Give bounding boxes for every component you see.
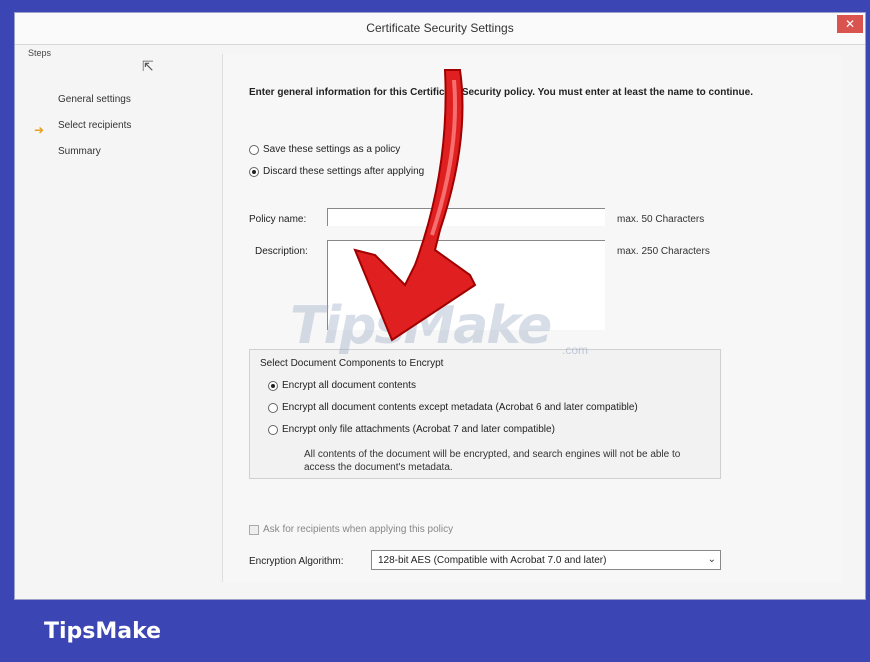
step-summary[interactable]: Summary (58, 146, 101, 157)
chevron-down-icon[interactable]: ⌄ (708, 554, 716, 565)
step-select-recipients[interactable]: Select recipients (58, 120, 131, 131)
step-general-settings[interactable]: General settings (58, 94, 131, 105)
red-arrow-icon (353, 69, 477, 342)
encrypt-all-label: Encrypt all document contents (282, 380, 416, 391)
encrypt-except-metadata-label: Encrypt all document contents except met… (282, 402, 638, 413)
description-label: Description: (255, 246, 308, 257)
steps-title: Steps (28, 48, 52, 58)
save-policy-radio[interactable] (249, 144, 259, 155)
encrypt-except-metadata-option[interactable]: Encrypt all document contents except met… (268, 402, 638, 413)
encrypt-all-option[interactable]: Encrypt all document contents (268, 380, 416, 391)
policy-name-limit: max. 50 Characters (617, 214, 705, 225)
ask-recipients-option: Ask for recipients when applying this po… (249, 524, 453, 535)
ask-recipients-checkbox (249, 524, 259, 535)
mouse-cursor-icon: ⇱ (142, 58, 154, 74)
encrypt-attachments-radio[interactable] (268, 424, 278, 435)
steps-panel: Steps ➜ General settings Select recipien… (18, 42, 218, 582)
close-button[interactable]: ✕ (837, 15, 863, 33)
brand-logo-text: TipsMake (44, 619, 162, 644)
encrypt-attachments-option[interactable]: Encrypt only file attachments (Acrobat 7… (268, 424, 555, 435)
algorithm-label: Encryption Algorithm: (249, 556, 344, 567)
encrypt-except-metadata-radio[interactable] (268, 402, 278, 413)
discard-settings-radio[interactable] (249, 166, 259, 177)
window-title: Certificate Security Settings (366, 21, 514, 35)
encrypt-description: All contents of the document will be enc… (304, 449, 681, 473)
current-step-arrow-icon: ➜ (34, 123, 45, 137)
title-bar: Certificate Security Settings ✕ (15, 13, 865, 45)
encrypt-all-radio[interactable] (268, 380, 278, 391)
algorithm-value: 128-bit AES (Compatible with Acrobat 7.0… (378, 555, 607, 566)
policy-name-label: Policy name: (249, 214, 307, 225)
watermark-suffix: .com (562, 343, 589, 357)
encrypt-attachments-label: Encrypt only file attachments (Acrobat 7… (282, 424, 555, 435)
encrypt-components-group: Select Document Components to Encrypt En… (249, 349, 721, 479)
algorithm-select[interactable]: 128-bit AES (Compatible with Acrobat 7.0… (371, 550, 721, 570)
ask-recipients-label: Ask for recipients when applying this po… (263, 524, 454, 535)
description-limit: max. 250 Characters (617, 246, 710, 257)
